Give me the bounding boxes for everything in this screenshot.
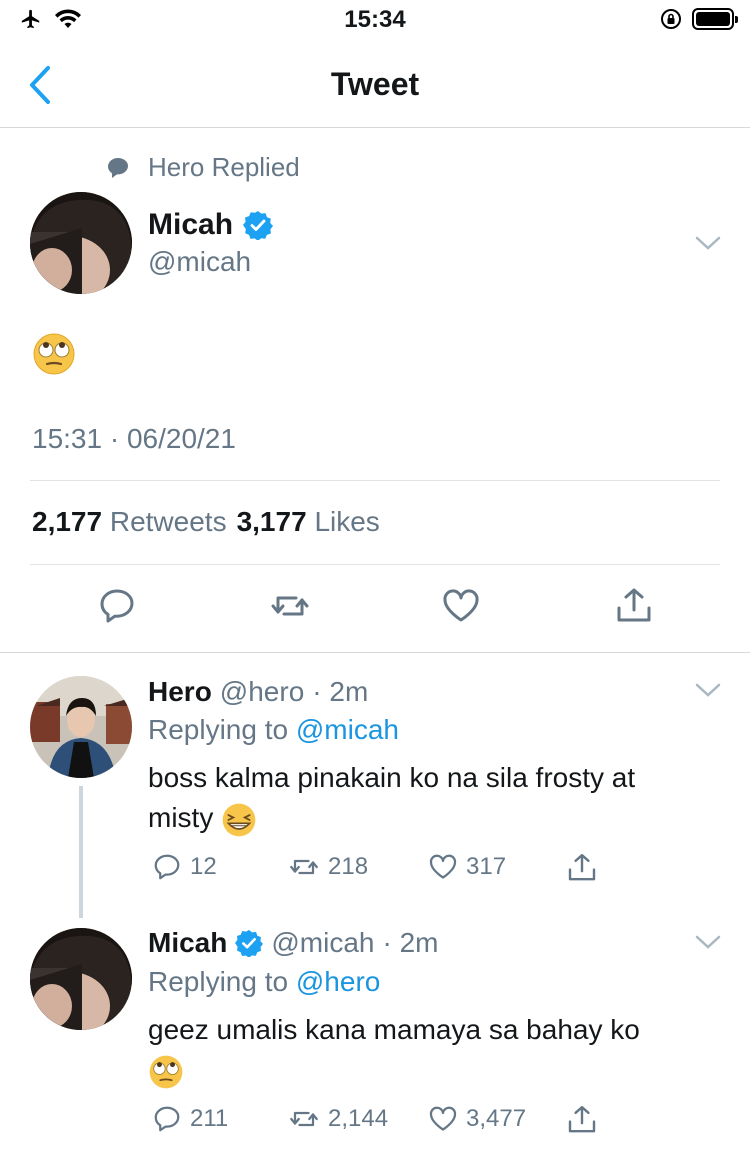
chevron-down-icon[interactable] <box>694 934 722 950</box>
grinning-squinting-emoji <box>222 803 256 836</box>
reply-action[interactable]: 211 <box>152 1104 228 1134</box>
battery-icon <box>692 8 738 30</box>
reply-text-line <box>148 1050 708 1090</box>
rolling-eyes-emoji <box>149 1055 183 1088</box>
reply-count: 12 <box>190 853 217 880</box>
replying-to-label: Replying to <box>148 966 289 997</box>
thread-connector-line <box>79 786 83 918</box>
tweet-timestamp[interactable]: 15:31 · 06/20/21 <box>32 423 236 455</box>
orientation-lock-icon <box>661 9 681 29</box>
avatar-hero[interactable] <box>30 676 132 778</box>
retweets-stat[interactable]: 2,177 Retweets <box>32 506 227 538</box>
replying-to: Replying to @hero <box>148 966 380 998</box>
retweet-action[interactable]: 2,144 <box>288 1104 388 1134</box>
reply-text: geez umalis kana mamaya sa bahay ko <box>148 1010 708 1090</box>
like-heart-icon <box>429 854 457 879</box>
retweet-icon <box>290 859 318 875</box>
reply-author-handle[interactable]: @micah <box>271 927 374 959</box>
author-handle[interactable]: @micah <box>148 246 251 278</box>
reply-action-bar: 12 218 317 <box>148 852 628 888</box>
reply-text-line: boss kalma pinakain ko na sila frosty at <box>148 762 636 793</box>
status-bar: 15:34 <box>0 0 750 40</box>
reply-author-name[interactable]: Hero <box>148 676 212 708</box>
replying-to-label: Replying to <box>148 714 289 745</box>
reply-count: 211 <box>190 1105 229 1132</box>
share-icon[interactable] <box>614 586 654 626</box>
share-action[interactable] <box>566 1104 598 1136</box>
tweet-action-bar <box>0 586 750 630</box>
status-right <box>660 8 738 30</box>
retweet-count: 218 <box>328 853 369 880</box>
reply-icon <box>154 1106 180 1132</box>
reply-text: boss kalma pinakain ko na sila frosty at… <box>148 758 708 838</box>
replying-to-link[interactable]: @hero <box>296 966 380 997</box>
like-heart-icon[interactable] <box>441 586 481 626</box>
reply-action[interactable]: 12 <box>152 852 217 882</box>
share-icon <box>568 854 596 881</box>
main-author-name-row: Micah <box>148 208 274 242</box>
verified-badge-icon <box>235 929 264 957</box>
reply-time: · 2m <box>312 676 369 707</box>
replying-to-link[interactable]: @micah <box>296 714 399 745</box>
divider <box>30 564 720 565</box>
reply-icon[interactable] <box>97 586 137 626</box>
chevron-down-icon[interactable] <box>694 235 722 251</box>
status-time: 15:34 <box>344 6 406 33</box>
reply-bubble-icon <box>108 157 128 178</box>
retweet-action[interactable]: 218 <box>288 852 368 882</box>
reply-text-line: geez umalis kana mamaya sa bahay ko <box>148 1014 640 1045</box>
reply-time: · 2m <box>382 927 439 958</box>
reply-text-line: misty <box>148 798 708 838</box>
social-context-label: Hero Replied <box>148 152 300 182</box>
chevron-down-icon[interactable] <box>694 682 722 698</box>
like-action[interactable]: 3,477 <box>428 1104 526 1134</box>
retweet-icon <box>290 1111 318 1127</box>
avatar-micah[interactable] <box>30 928 132 1030</box>
page-title: Tweet <box>330 66 420 102</box>
reply-action-bar: 211 2,144 3,477 <box>148 1104 628 1140</box>
divider <box>30 480 720 481</box>
retweet-icon[interactable] <box>270 586 310 626</box>
reply-author-name[interactable]: Micah <box>148 927 227 959</box>
likes-stat[interactable]: 3,177 Likes <box>237 506 380 538</box>
avatar-micah[interactable] <box>30 192 132 294</box>
reply-header: Hero @hero · 2m <box>148 676 368 708</box>
like-heart-icon <box>429 1106 457 1131</box>
reply-header: Micah @micah · 2m <box>148 927 438 959</box>
like-count: 317 <box>466 853 507 880</box>
verified-badge-icon <box>243 211 274 240</box>
social-context: Hero Replied <box>104 152 300 183</box>
reply-author-handle[interactable]: @hero <box>220 676 304 708</box>
nav-bar: Tweet <box>0 40 750 128</box>
rolling-eyes-emoji <box>33 333 75 375</box>
author-name[interactable]: Micah <box>148 208 233 242</box>
share-action[interactable] <box>566 852 598 884</box>
replying-to: Replying to @micah <box>148 714 399 746</box>
retweet-count: 2,144 <box>328 1105 389 1132</box>
reply-icon <box>154 854 180 880</box>
like-count: 3,477 <box>466 1105 527 1132</box>
section-separator <box>0 652 750 653</box>
share-icon <box>568 1106 596 1133</box>
tweet-stats: 2,177 Retweets 3,177 Likes <box>32 506 380 538</box>
like-action[interactable]: 317 <box>428 852 506 882</box>
